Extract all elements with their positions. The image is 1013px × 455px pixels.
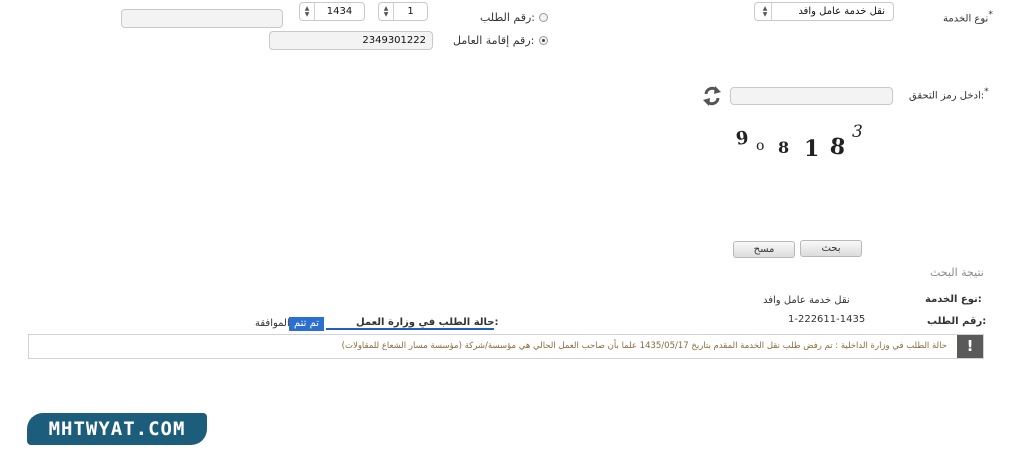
captcha-char: o: [756, 138, 765, 154]
service-type-label-text: نوع الخدمة: [943, 13, 989, 25]
request-year-spinner[interactable]: ▲ ▼ 1434: [299, 2, 365, 21]
mol-status-underline: [326, 328, 494, 330]
spinner-arrows-icon[interactable]: ▲ ▼: [300, 3, 315, 20]
result-service-type-value: نقل خدمة عامل وافد: [763, 295, 850, 306]
captcha-label: ادخل رمز التحقق:*: [909, 87, 989, 101]
mol-status-highlight: تم تتم: [289, 317, 324, 331]
mol-status-value: الموافقة: [255, 318, 290, 329]
request-seq-value: 1: [407, 6, 414, 17]
clear-button[interactable]: مسح: [733, 241, 795, 258]
mol-status-label: حالة الطلب في وزارة العمل:: [356, 317, 499, 328]
result-service-type-label: نوع الخدمة:: [925, 294, 982, 305]
captcha-input[interactable]: [730, 87, 893, 105]
service-type-required-mark: *: [988, 10, 993, 20]
service-type-select-value: نقل خدمة عامل وافد: [798, 6, 885, 17]
service-type-select[interactable]: ▲ ▼ نقل خدمة عامل وافد: [754, 2, 894, 21]
watermark-logo: MHTWYAT.COM: [27, 413, 207, 445]
captcha-char: 8: [828, 133, 847, 161]
captcha-char: 1: [804, 136, 820, 162]
captcha-char: 8: [778, 138, 790, 157]
notice-text: حالة الطلب في وزارة الداخلية : تم رفض طل…: [341, 341, 947, 351]
watermark-text: MHTWYAT.COM: [48, 418, 186, 440]
iqama-radio[interactable]: [539, 36, 548, 45]
request-extra-field[interactable]: [121, 9, 283, 28]
iqama-label: رقم إقامة العامل:: [453, 34, 535, 47]
spinner-arrows-icon[interactable]: ▲ ▼: [379, 3, 394, 20]
refresh-icon[interactable]: [702, 85, 722, 107]
service-type-label: نوع الخدمة*: [943, 10, 993, 24]
request-year-value: 1434: [326, 6, 353, 17]
result-request-number-value: 1-222611-1435: [788, 314, 866, 325]
captcha-char: 3: [852, 122, 863, 142]
request-number-label: رقم الطلب:: [480, 11, 535, 24]
captcha-label-text: ادخل رمز التحقق:: [909, 90, 985, 102]
request-seq-spinner[interactable]: ▲ ▼ 1: [378, 2, 428, 21]
notice-box: حالة الطلب في وزارة الداخلية : تم رفض طل…: [28, 334, 984, 359]
request-number-radio[interactable]: [539, 13, 548, 22]
chevron-updown-icon: ▲ ▼: [759, 3, 772, 20]
iqama-input[interactable]: 2349301222: [269, 31, 433, 50]
captcha-required-mark: *: [984, 87, 989, 97]
captcha-char: 9: [734, 127, 750, 150]
result-request-number-label: رقم الطلب:: [927, 316, 987, 327]
exclamation-icon: !: [957, 335, 983, 358]
captcha-image: 9 o 8 1 8 3: [732, 122, 872, 170]
search-button[interactable]: بحث: [800, 240, 862, 257]
result-heading: نتيجة البحث: [930, 266, 984, 279]
